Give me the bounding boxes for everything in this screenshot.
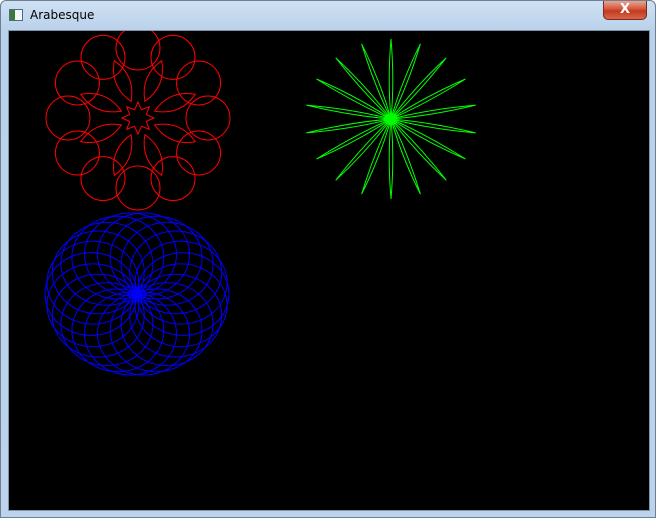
- green-star-petals: [306, 38, 476, 200]
- window-title: Arabesque: [30, 8, 95, 22]
- close-icon: X: [619, 2, 631, 17]
- arabesque-drawing: [44, 31, 476, 376]
- blue-ring: [84, 212, 177, 297]
- close-button[interactable]: X: [603, 1, 647, 20]
- window-app-icon[interactable]: [9, 9, 23, 21]
- blue-ring: [46, 240, 140, 325]
- app-window: Arabesque X: [0, 0, 656, 518]
- blue-ring: [134, 263, 228, 348]
- red-outer-loop: [115, 31, 161, 71]
- blue-ring: [109, 215, 203, 300]
- red-center-star: [120, 100, 156, 136]
- drawing-canvas: [8, 30, 650, 511]
- blue-ring: [71, 215, 165, 300]
- blue-ring: [46, 263, 140, 348]
- blue-ring: [120, 221, 214, 306]
- blue-ring: [60, 221, 154, 306]
- blue-ring: [134, 240, 228, 325]
- blue-ring: [97, 212, 190, 297]
- blue-ring: [109, 288, 203, 373]
- blue-ring: [71, 288, 165, 373]
- title-bar[interactable]: Arabesque X: [1, 1, 655, 30]
